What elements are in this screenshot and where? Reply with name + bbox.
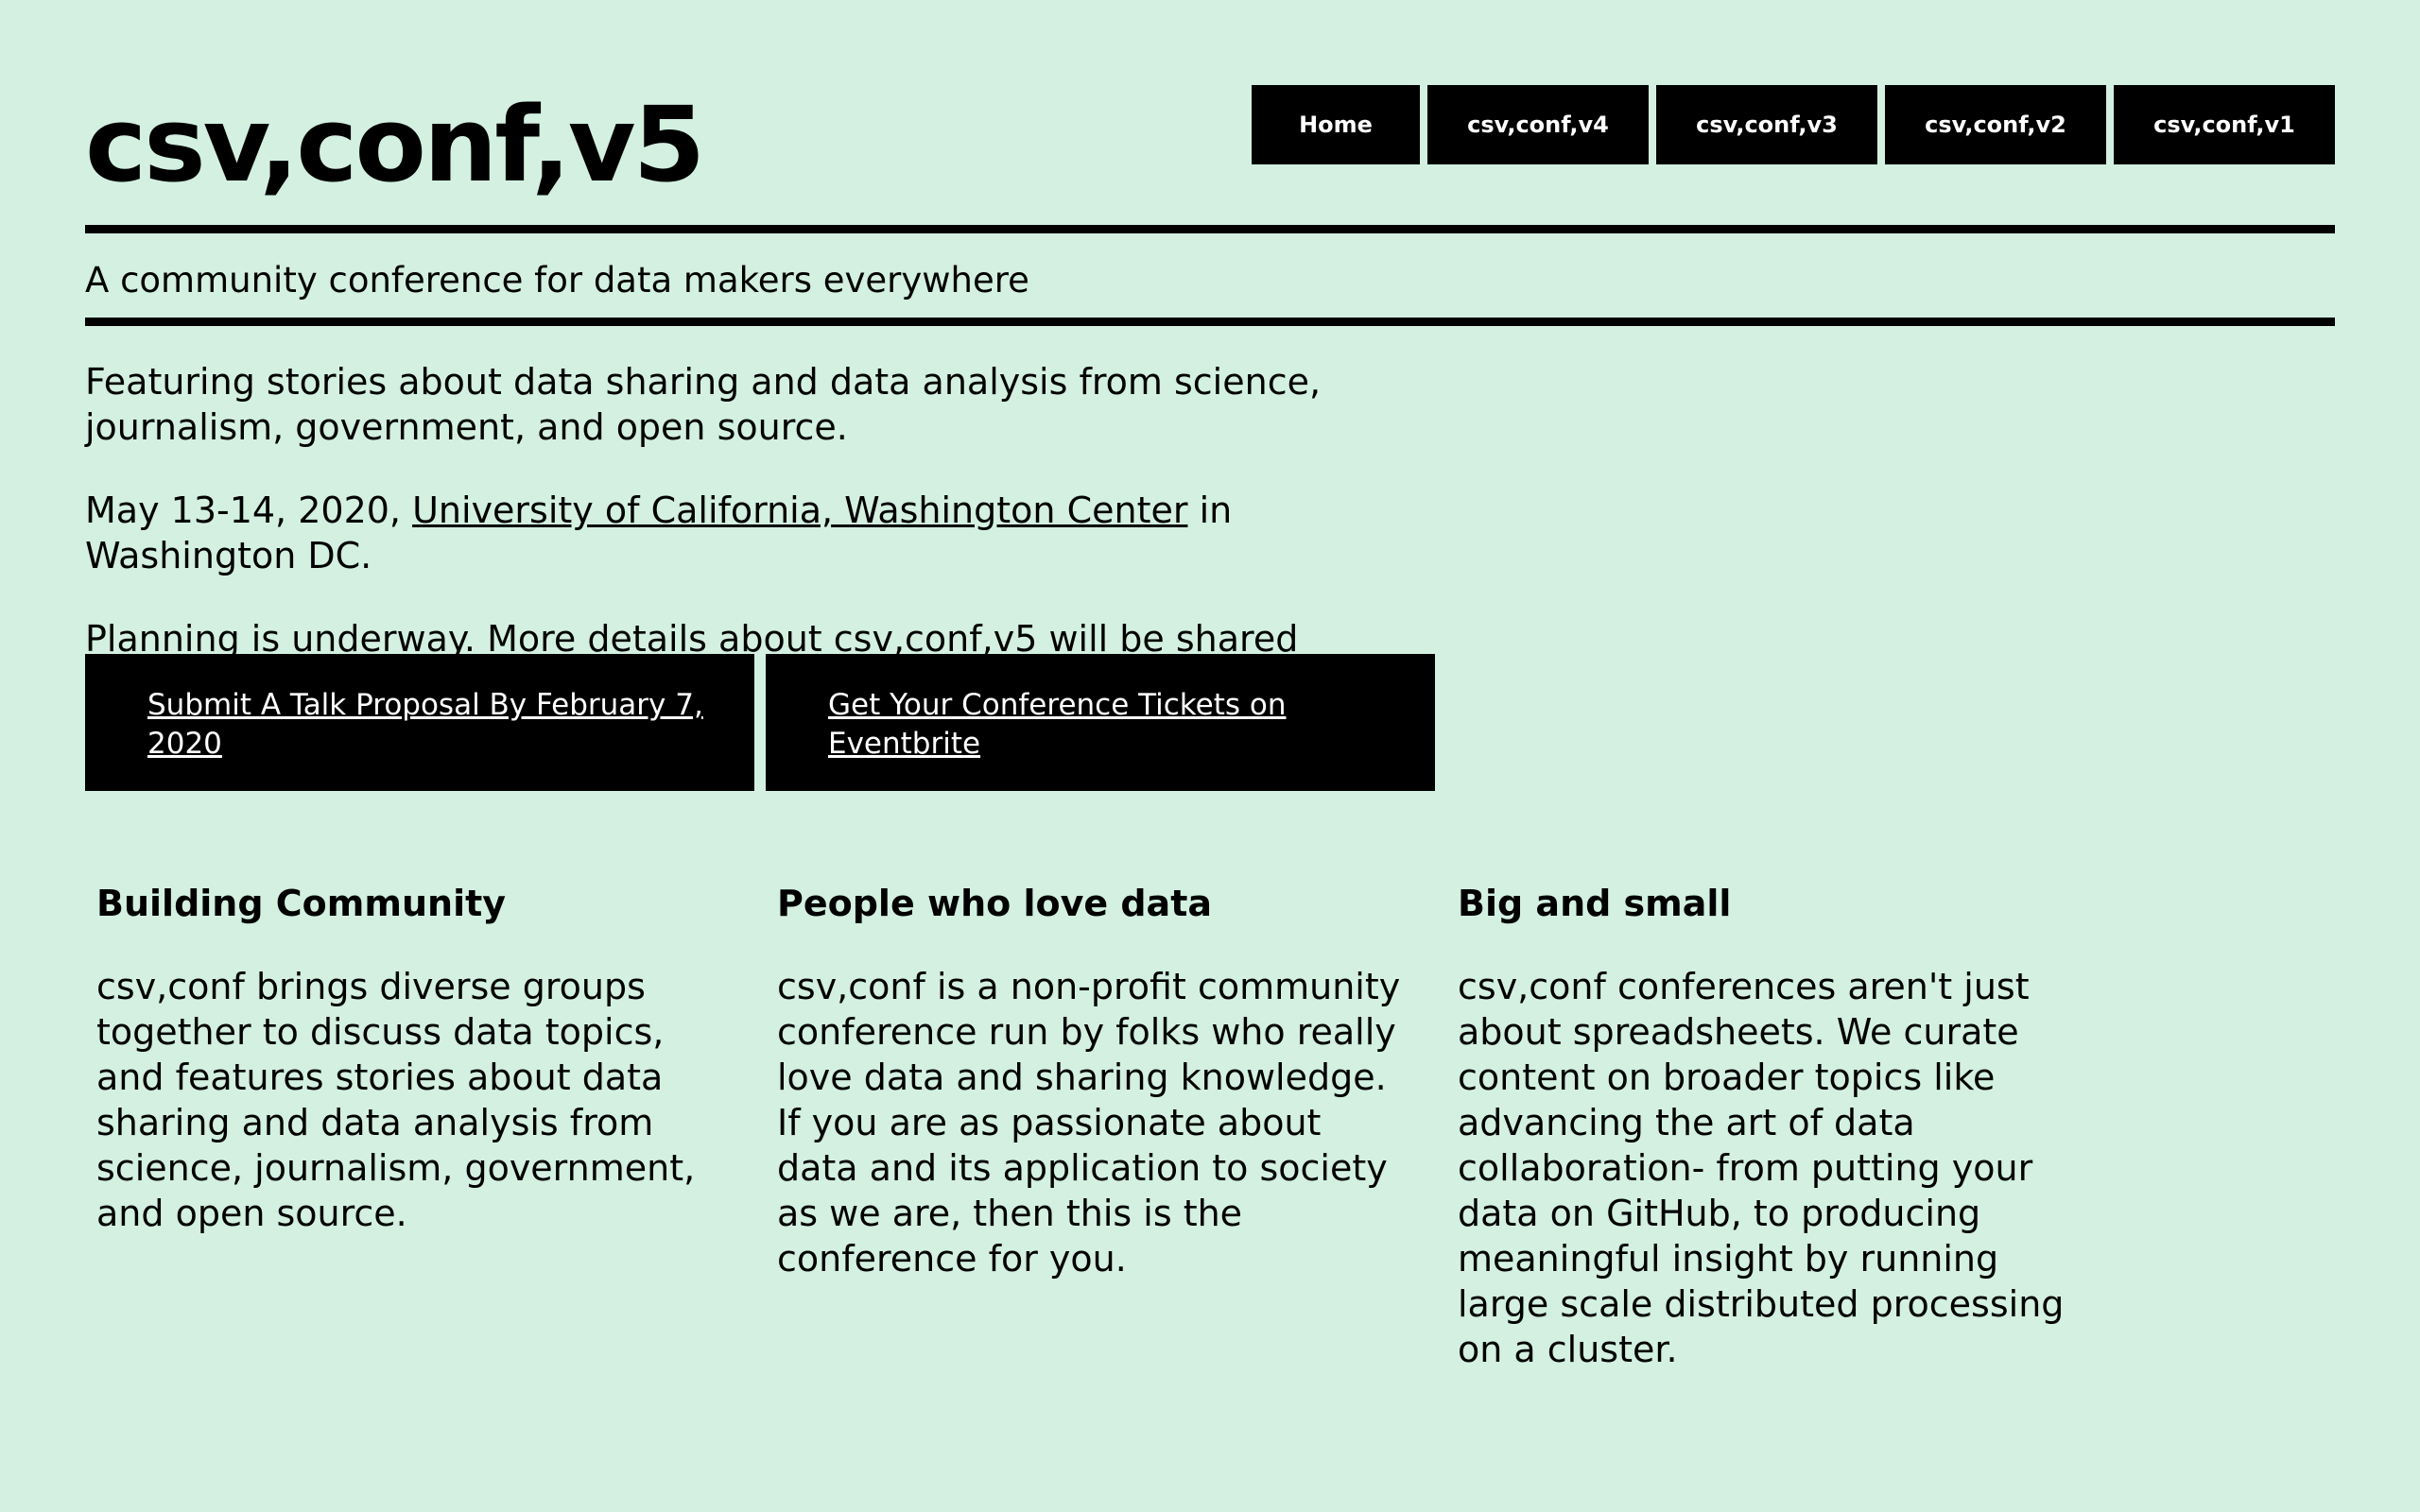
submit-talk-proposal-link[interactable]: Submit A Talk Proposal By February 7, 20… [147, 688, 703, 761]
page: csv,conf,v5 Home csv,conf,v4 csv,conf,v3… [85, 0, 2335, 1370]
nav-csvconf-v1-link[interactable]: csv,conf,v1 [2114, 85, 2335, 164]
intro-date-venue: May 13-14, 2020, University of Californi… [85, 488, 1352, 578]
feature-body: csv,conf conferences aren't just about s… [1458, 966, 2065, 1370]
nav-csvconf-v2-link[interactable]: csv,conf,v2 [1885, 85, 2106, 164]
get-tickets-link[interactable]: Get Your Conference Tickets on Eventbrit… [828, 688, 1286, 761]
feature-body: csv,conf brings diverse groups together … [96, 966, 696, 1234]
site-title: csv,conf,v5 [85, 84, 705, 205]
header-divider-top [85, 225, 2335, 233]
site-tagline: A community conference for data makers e… [85, 260, 1029, 301]
nav-csvconf-v3-link[interactable]: csv,conf,v3 [1656, 85, 1877, 164]
features-section: Building Community csv,conf brings diver… [96, 879, 2091, 1372]
cta-row: Submit A Talk Proposal By February 7, 20… [85, 654, 1435, 791]
feature-building-community: Building Community csv,conf brings diver… [96, 879, 730, 1372]
nav-home-link[interactable]: Home [1252, 85, 1420, 164]
feature-big-and-small: Big and small csv,conf conferences aren'… [1458, 879, 2091, 1372]
header-divider-bottom [85, 318, 2335, 326]
venue-link[interactable]: University of California, Washington Cen… [412, 490, 1187, 531]
intro-featuring-text: Featuring stories about data sharing and… [85, 361, 1322, 448]
feature-body: csv,conf is a non-profit community confe… [777, 966, 1401, 1280]
main-nav: Home csv,conf,v4 csv,conf,v3 csv,conf,v2… [1252, 85, 2335, 164]
tickets-box: Get Your Conference Tickets on Eventbrit… [766, 654, 1435, 791]
feature-title: Big and small [1458, 883, 1732, 924]
site-header: csv,conf,v5 Home csv,conf,v4 csv,conf,v3… [85, 0, 2335, 225]
talk-proposal-box: Submit A Talk Proposal By February 7, 20… [85, 654, 754, 791]
feature-people-who-love-data: People who love data csv,conf is a non-p… [777, 879, 1410, 1372]
feature-title: People who love data [777, 883, 1213, 924]
nav-csvconf-v4-link[interactable]: csv,conf,v4 [1427, 85, 1649, 164]
feature-title: Building Community [96, 883, 507, 924]
intro-date: May 13-14, 2020, [85, 490, 402, 531]
